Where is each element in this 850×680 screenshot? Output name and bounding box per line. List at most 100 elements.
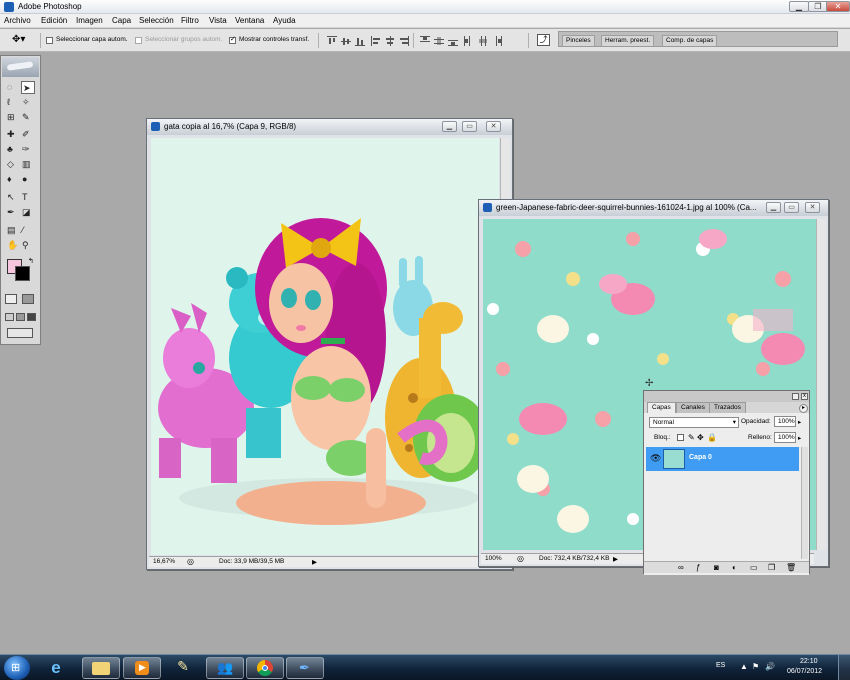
paint-icon[interactable]: ✎ — [166, 658, 200, 678]
magic-wand-icon[interactable]: ✧ — [21, 96, 35, 109]
eyedropper-icon[interactable]: ⁄ — [21, 224, 35, 237]
jump-to-imageready-icon[interactable] — [7, 328, 33, 338]
layer-row[interactable]: 👁 Capa 0 — [646, 447, 799, 471]
document-canvas[interactable] — [151, 138, 499, 555]
well-tab-comp-de-capas[interactable]: Comp. de capas — [662, 35, 718, 46]
zoom-icon[interactable]: ⚲ — [21, 239, 35, 252]
move-tool-preset-icon[interactable]: ✥▾ — [12, 34, 34, 48]
show-desktop-button[interactable] — [838, 655, 850, 680]
opacity-arrow-icon[interactable]: ▸ — [798, 418, 801, 426]
crop-icon[interactable]: ⊞ — [6, 111, 20, 124]
screen-mode-standard-icon[interactable] — [5, 313, 14, 321]
lock-paint-icon[interactable]: ✎ — [688, 433, 695, 442]
photoshop-feather-icon[interactable]: ✒ — [286, 657, 324, 679]
align-left-icon[interactable] — [371, 36, 381, 46]
panel-minimize-icon[interactable] — [792, 393, 799, 400]
auto-select-layer-checkbox[interactable] — [46, 37, 53, 44]
file-browser-icon[interactable]: ⤴ — [537, 34, 550, 46]
status-info-icon[interactable]: ◎ — [187, 557, 194, 566]
brush-icon[interactable]: ✐ — [21, 128, 35, 141]
blur-icon[interactable]: ♦ — [6, 173, 20, 186]
tab-canales[interactable]: Canales — [676, 402, 710, 413]
layer-style-icon[interactable]: ƒ — [696, 563, 700, 572]
lock-all-icon[interactable]: 🔒 — [707, 433, 717, 442]
eraser-icon[interactable]: ◇ — [6, 158, 20, 171]
restore-button[interactable]: ❐ — [808, 1, 828, 12]
clock-date[interactable]: 06/07/2012 — [787, 668, 822, 675]
distribute-vcenter-icon[interactable] — [434, 36, 444, 46]
status-info-icon[interactable]: ◎ — [517, 554, 524, 563]
volume-icon[interactable]: 🔊 — [765, 662, 775, 671]
well-tab-pinceles[interactable]: Pinceles — [562, 35, 595, 46]
healing-brush-icon[interactable]: ✚ — [6, 128, 20, 141]
type-icon[interactable]: T — [21, 191, 35, 204]
lock-position-icon[interactable]: ✥ — [697, 433, 704, 442]
doc-minimize-button[interactable]: ▁ — [442, 121, 457, 132]
screen-mode-menu-icon[interactable] — [16, 313, 25, 321]
quick-mask-icon[interactable] — [22, 294, 34, 304]
gradient-icon[interactable]: ▥ — [21, 158, 35, 171]
media-player-icon[interactable]: ▶ — [123, 657, 161, 679]
language-indicator[interactable]: ES — [716, 662, 725, 669]
trash-icon[interactable]: 🗑 — [786, 563, 796, 572]
well-tab-herram-preest[interactable]: Herram. preest. — [601, 35, 655, 46]
distribute-left-icon[interactable] — [464, 36, 474, 46]
menu-capa[interactable]: Capa — [112, 16, 131, 25]
menu-vista[interactable]: Vista — [209, 16, 227, 25]
internet-explorer-icon[interactable]: e — [44, 658, 68, 678]
standard-mode-icon[interactable] — [5, 294, 17, 304]
vertical-scrollbar[interactable] — [816, 219, 826, 550]
doc-maximize-button[interactable]: ▭ — [784, 202, 799, 213]
doc-close-button[interactable]: ✕ — [486, 121, 501, 132]
tab-trazados[interactable]: Trazados — [709, 402, 746, 413]
doc-maximize-button[interactable]: ▭ — [462, 121, 477, 132]
menu-imagen[interactable]: Imagen — [76, 16, 103, 25]
panel-close-icon[interactable]: x — [801, 393, 808, 400]
panel-header[interactable]: x — [644, 391, 809, 402]
status-menu-arrow-icon[interactable]: ▶ — [613, 555, 618, 563]
panel-menu-icon[interactable]: ▸ — [799, 404, 808, 413]
move-icon[interactable]: ➤ — [21, 81, 35, 94]
fill-input[interactable]: 100% — [774, 432, 796, 443]
pen-icon[interactable]: ✒ — [6, 206, 20, 219]
adjustment-layer-icon[interactable]: ◐ — [732, 563, 737, 572]
doc-minimize-button[interactable]: ▁ — [766, 202, 781, 213]
doc-close-button[interactable]: ✕ — [805, 202, 820, 213]
align-hcenter-icon[interactable] — [385, 36, 395, 46]
notes-icon[interactable]: ▤ — [6, 224, 20, 237]
document-title-bar[interactable]: gata copia al 16,7% (Capa 9, RGB/8) ▁ ▭ … — [147, 119, 512, 135]
screen-mode-full-icon[interactable] — [27, 313, 36, 321]
show-transform-checkbox[interactable] — [229, 35, 236, 44]
tab-capas[interactable]: Capas — [647, 402, 676, 413]
layer-name[interactable]: Capa 0 — [689, 454, 712, 461]
eye-visibility-icon[interactable]: 👁 — [650, 453, 661, 464]
history-brush-icon[interactable]: ✑ — [21, 143, 35, 156]
distribute-right-icon[interactable] — [492, 36, 502, 46]
zoom-level[interactable]: 100% — [485, 555, 502, 562]
auto-select-groups-checkbox[interactable] — [135, 37, 142, 44]
new-layer-icon[interactable]: ❐ — [768, 563, 775, 572]
messenger-icon[interactable]: 👥 — [206, 657, 244, 679]
distribute-hcenter-icon[interactable] — [478, 36, 488, 46]
swap-colors-icon[interactable]: ↰ — [28, 257, 34, 265]
new-group-icon[interactable]: ▭ — [750, 563, 758, 572]
distribute-top-icon[interactable] — [420, 36, 430, 46]
minimize-button[interactable]: ▁ — [789, 1, 809, 12]
fill-arrow-icon[interactable]: ▸ — [798, 434, 801, 442]
path-selection-icon[interactable]: ↖ — [6, 191, 20, 204]
layer-mask-icon[interactable]: ◙ — [714, 563, 719, 572]
menu-ventana[interactable]: Ventana — [235, 16, 264, 25]
document-title-bar[interactable]: green-Japanese-fabric-deer-squirrel-bunn… — [479, 200, 828, 216]
chrome-icon[interactable] — [246, 657, 284, 679]
align-bottom-icon[interactable] — [355, 36, 365, 46]
distribute-bottom-icon[interactable] — [448, 36, 458, 46]
show-hidden-icons-icon[interactable]: ▲ — [740, 662, 748, 671]
menu-seleccion[interactable]: Selección — [139, 16, 174, 25]
slice-icon[interactable]: ✎ — [21, 111, 35, 124]
lasso-icon[interactable]: ℓ — [6, 96, 20, 109]
clock-time[interactable]: 22:10 — [800, 658, 818, 665]
menu-archivo[interactable]: Archivo — [4, 16, 31, 25]
opacity-input[interactable]: 100% — [774, 416, 796, 427]
blend-mode-select[interactable]: Normal ▾ — [649, 417, 739, 428]
flag-icon[interactable]: ⚑ — [752, 662, 759, 671]
